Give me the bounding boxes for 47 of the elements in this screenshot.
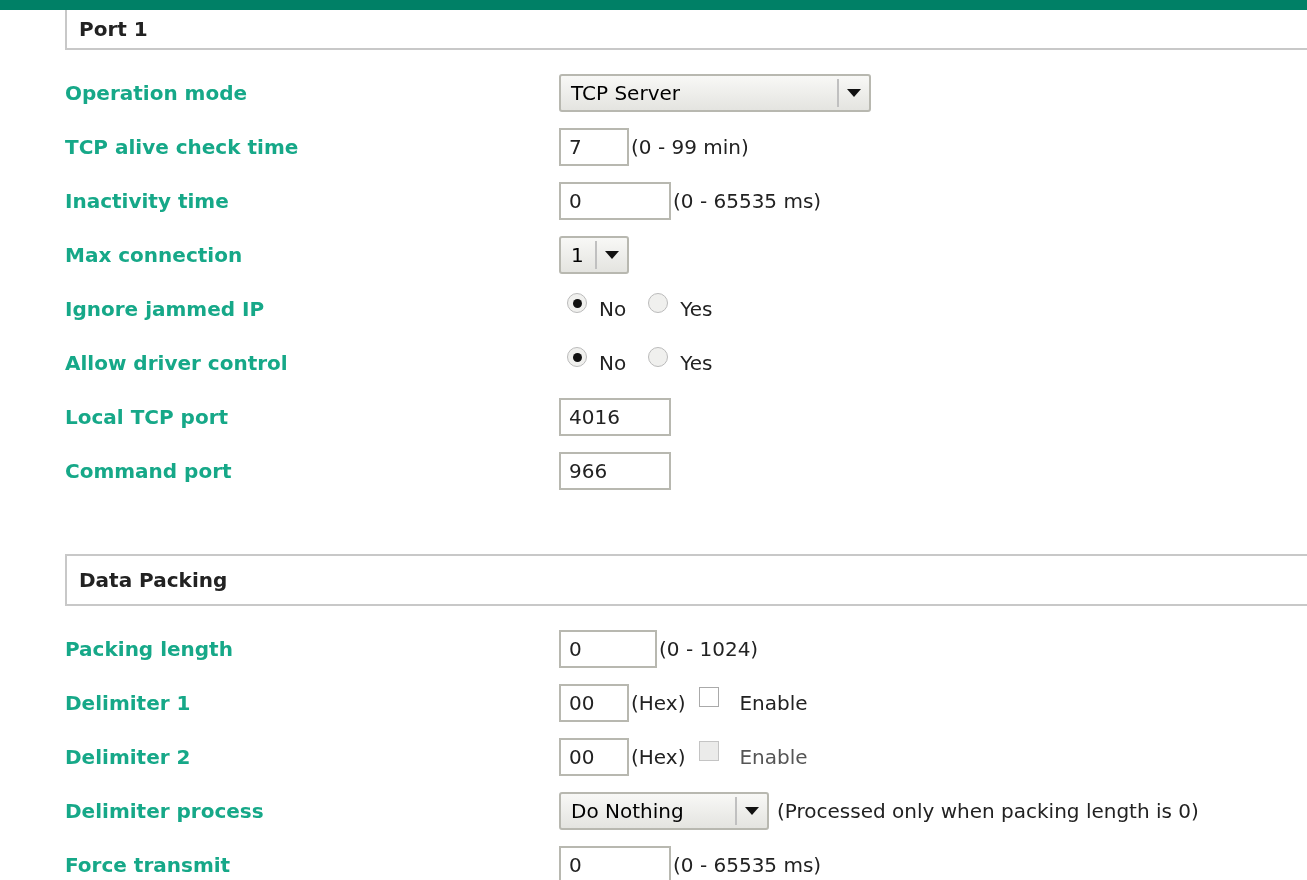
- input-field[interactable]: 0: [559, 630, 657, 668]
- caret-icon: [745, 807, 759, 815]
- hint-text: (0 - 1024): [659, 636, 759, 663]
- radio-button[interactable]: [648, 347, 669, 367]
- hint-text: (0 - 99 min): [631, 134, 749, 161]
- field-label: Max connection: [65, 242, 244, 269]
- hint-text: (0 - 65535 ms): [673, 852, 822, 879]
- field-label: Inactivity time: [65, 188, 230, 215]
- radio-button[interactable]: [567, 293, 587, 313]
- input-field[interactable]: 966: [559, 452, 671, 490]
- radio-button[interactable]: [648, 293, 669, 313]
- input-field[interactable]: 0: [559, 846, 671, 880]
- checkbox-label: Enable: [739, 744, 808, 771]
- dropdown[interactable]: Do Nothing: [559, 792, 769, 830]
- field-label: Force transmit: [65, 852, 232, 879]
- field-label: Packing length: [65, 636, 234, 663]
- field-label: TCP alive check time: [65, 134, 300, 161]
- hint-text: (Processed only when packing length is 0): [777, 798, 1199, 825]
- radio-button[interactable]: [567, 347, 587, 367]
- field-label: Ignore jammed IP: [65, 296, 266, 323]
- field-label: Allow driver control: [65, 350, 289, 377]
- option-label: Yes: [680, 350, 713, 377]
- caret-icon: [847, 89, 861, 97]
- input-field[interactable]: 00: [559, 738, 629, 776]
- option-label: Yes: [680, 296, 713, 323]
- field-label: Delimiter 2: [65, 744, 192, 771]
- input-field[interactable]: 0: [559, 182, 671, 220]
- hint-text: (0 - 65535 ms): [673, 188, 822, 215]
- option-label: No: [599, 350, 627, 377]
- checkbox[interactable]: [699, 687, 720, 707]
- dropdown[interactable]: 1: [559, 236, 629, 274]
- input-field[interactable]: 00: [559, 684, 629, 722]
- field-label: Operation mode: [65, 80, 249, 107]
- field-label: Delimiter 1: [65, 690, 192, 717]
- section-header: Port 1: [65, 10, 1307, 50]
- input-field[interactable]: 7: [559, 128, 629, 166]
- field-label: Command port: [65, 458, 233, 485]
- option-label: No: [599, 296, 627, 323]
- field-label: Local TCP port: [65, 404, 230, 431]
- field-label: Delimiter process: [65, 798, 265, 825]
- input-field[interactable]: 4016: [559, 398, 671, 436]
- hint-text: (Hex): [631, 690, 686, 717]
- caret-icon: [605, 251, 619, 259]
- hint-text: (Hex): [631, 744, 686, 771]
- section-header: Data Packing: [65, 554, 1307, 606]
- dropdown[interactable]: TCP Server: [559, 74, 871, 112]
- checkbox-label: Enable: [739, 690, 808, 717]
